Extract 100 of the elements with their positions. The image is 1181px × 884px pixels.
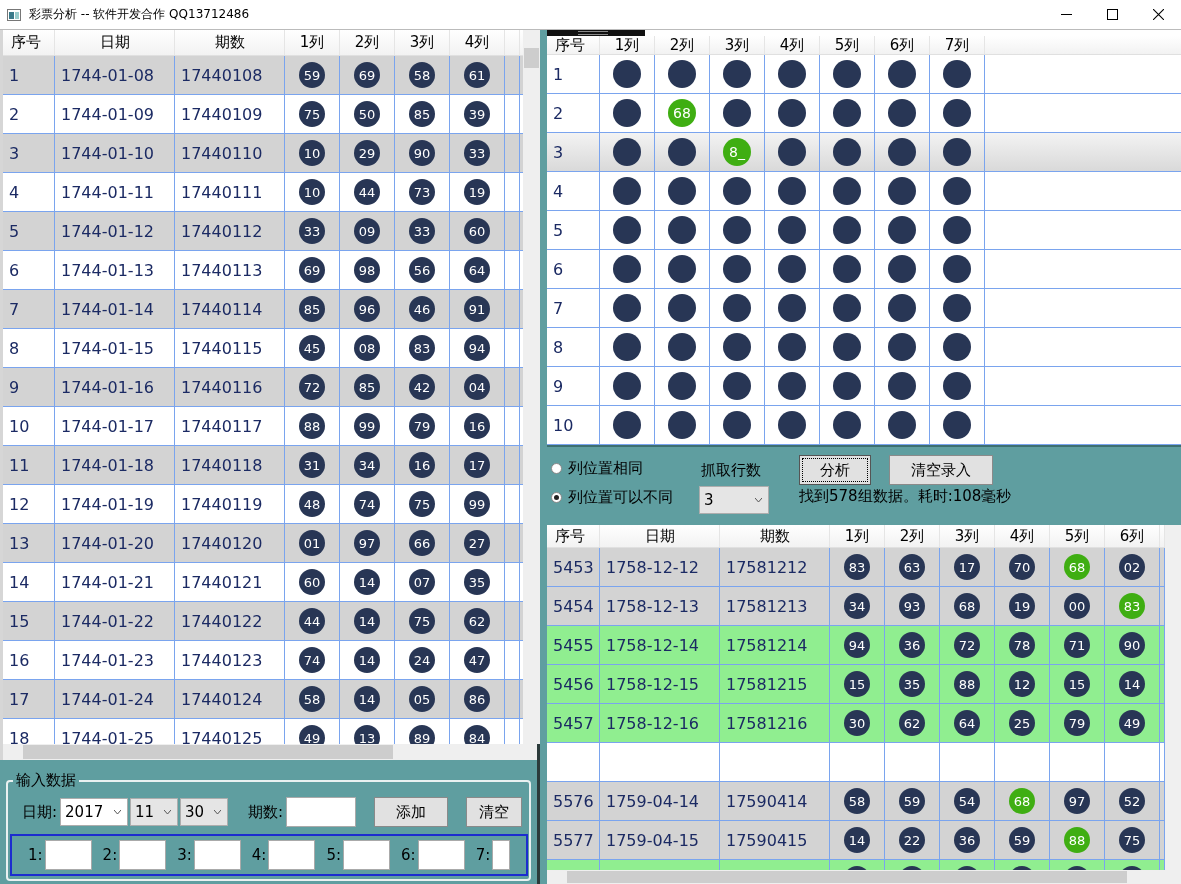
ball-icon[interactable] [943,177,971,205]
table-row[interactable]: 5457 1758-12-16 17581216 30 62 64 25 79 49 [547,704,1165,743]
ball-icon[interactable] [613,294,641,322]
ball-icon[interactable] [778,333,806,361]
ball-icon[interactable] [833,216,861,244]
ball-icon[interactable] [613,60,641,88]
column-header[interactable]: 序号 [3,30,55,55]
number-field[interactable] [343,840,391,870]
column-header[interactable]: 5列 [820,36,875,54]
column-header[interactable]: 日期 [55,30,175,55]
table-row[interactable]: 12 1744-01-19 17440119 48 74 75 99 [3,485,523,524]
ball-icon[interactable] [778,372,806,400]
ball-icon[interactable] [723,294,751,322]
table-row[interactable]: 3 1744-01-10 17440110 10 29 90 33 [3,134,523,173]
ball-icon[interactable] [778,411,806,439]
horizontal-scrollbar[interactable] [547,870,1181,884]
column-header[interactable]: 期数 [175,30,285,55]
ball-icon[interactable] [668,294,696,322]
ball-icon[interactable] [668,255,696,283]
ball-icon[interactable] [613,333,641,361]
column-header[interactable]: 1列 [600,36,655,54]
ball-icon[interactable] [888,411,916,439]
table-row[interactable]: 11 1744-01-18 17440118 31 34 16 17 [3,446,523,485]
ball-icon[interactable] [888,333,916,361]
number-field[interactable] [119,840,167,870]
ball-icon[interactable] [943,216,971,244]
month-select[interactable]: 11 [130,798,179,826]
ball-icon[interactable] [613,138,641,166]
table-row[interactable]: 2 68 [547,94,1181,133]
action-button[interactable]: 添加 [374,797,449,827]
column-header[interactable]: 3列 [940,525,995,547]
table-row[interactable]: 3 8_ [547,133,1181,172]
ball-icon[interactable] [833,255,861,283]
ball-icon[interactable] [723,216,751,244]
ball-icon[interactable] [723,60,751,88]
ball-icon[interactable] [723,333,751,361]
ball-icon[interactable] [668,60,696,88]
column-header[interactable]: 2列 [885,525,940,547]
table-row[interactable]: 5453 1758-12-12 17581212 83 63 17 70 68 02 [547,548,1165,587]
issue-field[interactable] [286,797,357,827]
table-row[interactable]: 7 1744-01-14 17440114 85 96 46 91 [3,290,523,329]
ball-icon[interactable] [668,411,696,439]
ball-icon[interactable] [943,138,971,166]
column-header[interactable]: 1列 [830,525,885,547]
column-header[interactable]: 6列 [1105,525,1160,547]
ball-icon[interactable] [778,177,806,205]
action-button[interactable]: 清空 [466,797,523,827]
table-row[interactable]: 2 1744-01-09 17440109 75 50 85 39 [3,95,523,134]
ball-icon[interactable] [833,60,861,88]
table-row[interactable]: 8 1744-01-15 17440115 45 08 83 94 [3,329,523,368]
table-row[interactable]: 5576 1759-04-14 17590414 58 59 54 68 97 52 [547,782,1165,821]
action-button[interactable]: 清空录入 [889,455,993,485]
column-header[interactable]: 序号 [547,525,600,547]
ball-icon[interactable] [723,255,751,283]
ball-icon[interactable] [833,333,861,361]
table-row[interactable]: 9 1744-01-16 17440116 72 85 42 04 [3,368,523,407]
ball-icon[interactable] [833,294,861,322]
day-select[interactable]: 30 [180,798,229,826]
column-header[interactable]: 5列 [1050,525,1105,547]
ball-icon[interactable] [668,216,696,244]
radio-button[interactable]: 列位置相同 [551,459,699,478]
ball-icon[interactable] [833,177,861,205]
table-row[interactable]: 5456 1758-12-15 17581215 15 35 88 12 15 14 [547,665,1165,704]
table-row[interactable]: 5454 1758-12-13 17581213 34 93 68 19 00 83 [547,587,1165,626]
table-row[interactable]: 5455 1758-12-14 17581214 94 36 72 78 71 90 [547,626,1165,665]
ball-icon[interactable] [613,177,641,205]
ball-icon[interactable] [613,255,641,283]
table-row[interactable]: 15 1744-01-22 17440122 44 14 75 62 [3,602,523,641]
ball-icon[interactable] [888,177,916,205]
ball-icon[interactable] [613,216,641,244]
ball-icon[interactable] [833,99,861,127]
ball-icon[interactable] [943,411,971,439]
ball-icon[interactable] [943,333,971,361]
radio-button[interactable]: 列位置可以不同 [551,488,699,507]
table-row[interactable]: 6 [547,250,1181,289]
table-row[interactable]: 6 1744-01-13 17440113 69 98 56 64 [3,251,523,290]
ball-icon[interactable] [833,411,861,439]
ball-icon[interactable] [778,216,806,244]
year-select[interactable]: 2017 [60,798,129,826]
action-button[interactable]: 分析 [799,455,871,485]
column-header[interactable]: 6列 [875,36,930,54]
number-field[interactable] [268,840,316,870]
ball-icon[interactable] [778,255,806,283]
table-row[interactable]: 14 1744-01-21 17440121 60 14 07 35 [3,563,523,602]
ball-icon[interactable] [613,411,641,439]
column-header[interactable]: 2列 [655,36,710,54]
column-header[interactable]: 7列 [930,36,985,54]
table-row[interactable]: 16 1744-01-23 17440123 74 14 24 47 [3,641,523,680]
ball-icon[interactable] [723,411,751,439]
ball-icon[interactable] [888,372,916,400]
column-header[interactable]: 日期 [600,525,720,547]
ball-icon[interactable] [888,294,916,322]
ball-icon[interactable] [723,99,751,127]
column-header[interactable]: 4列 [450,30,505,55]
vertical-scrollbar[interactable] [1165,525,1181,870]
ball-icon[interactable] [778,60,806,88]
ball-icon[interactable] [668,372,696,400]
row-count-select[interactable]: 3 [699,486,769,514]
ball-icon[interactable] [833,138,861,166]
table-row[interactable]: 17 1744-01-24 17440124 58 14 05 86 [3,680,523,719]
